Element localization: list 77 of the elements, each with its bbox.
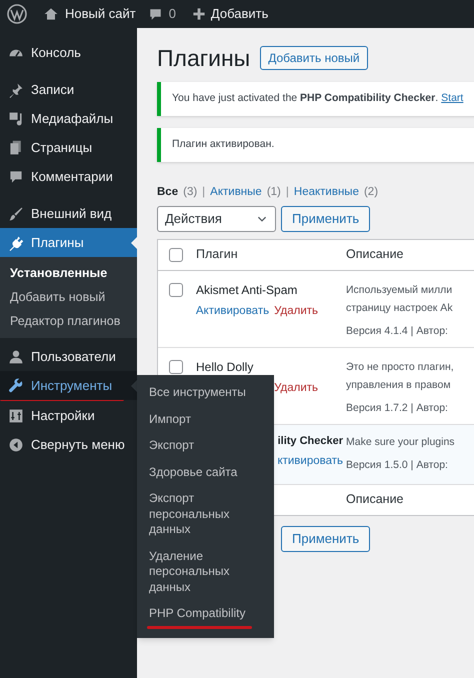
sidebar-item[interactable]: Страницы <box>0 133 137 162</box>
row-checkbox[interactable] <box>169 360 183 374</box>
add-new-button[interactable]: Добавить новый <box>260 46 368 70</box>
sidebar-item[interactable]: Пользователи <box>0 342 137 371</box>
wrench-icon <box>8 378 24 394</box>
sidebar-item[interactable]: Инструменты <box>0 371 137 400</box>
plugin-name: Akismet Anti-Spam <box>196 282 298 299</box>
apply-button[interactable]: Применить <box>281 206 370 232</box>
speech-bubble-icon <box>8 168 24 184</box>
select-value: Действия <box>165 210 222 228</box>
submenu-item[interactable]: Установленные <box>0 263 137 284</box>
delete-link[interactable]: Удалить <box>274 302 318 320</box>
column-header: Описание <box>346 246 404 264</box>
flyout-menu-item[interactable]: Здоровье сайта <box>137 460 274 484</box>
media-icon <box>8 110 24 126</box>
row-checkbox[interactable] <box>169 282 183 297</box>
sidebar-item[interactable]: Свернуть меню <box>0 430 137 459</box>
version-author-text: Версия 1.7.2 | Автор: <box>346 400 448 416</box>
filter-count: (2) <box>364 184 378 200</box>
plugin-name: ility Checker <box>278 434 343 449</box>
apply-button[interactable]: Применить <box>281 526 370 552</box>
select-all-checkbox[interactable] <box>169 248 183 262</box>
filter-link[interactable]: Активные <box>210 184 262 201</box>
sidebar-item[interactable]: Консоль <box>0 38 137 67</box>
activate-link[interactable]: Активировать <box>196 302 270 320</box>
description-line: Это не просто плагин, <box>346 360 454 375</box>
sidebar-item[interactable]: Настройки <box>0 401 137 430</box>
filter-count: (1) <box>266 184 281 200</box>
flyout-menu-item[interactable]: Экспорт персональных данных <box>137 487 274 542</box>
pages-icon <box>8 140 24 156</box>
description-line: управления в правом <box>346 378 452 393</box>
bulk-actions-select[interactable]: Действия <box>157 206 276 232</box>
separator: | <box>202 184 206 200</box>
menu-pointer-icon <box>131 237 137 249</box>
flyout-menu-item[interactable]: Импорт <box>137 408 274 431</box>
description-line: Make sure your plugins <box>346 434 455 450</box>
plugin-name: Hello Dolly <box>196 358 254 376</box>
plus-icon <box>192 7 206 21</box>
notice-link[interactable]: Start <box>441 90 464 106</box>
description-line: страницу настроек Ak <box>346 300 453 316</box>
sliders-icon <box>8 408 24 424</box>
version-author-text: Версия 1.5.0 | Автор: <box>346 458 448 473</box>
filter-count: (3) <box>183 184 198 200</box>
version-author-text: Версия 4.1.4 | Автор: <box>346 324 448 339</box>
sidebar-item[interactable]: Комментарии <box>0 162 137 191</box>
site-name-link[interactable]: Новый сайт <box>65 4 136 24</box>
notice-text: Плагин активирован. <box>172 136 274 152</box>
column-header: Описание <box>346 491 404 508</box>
sidebar-item[interactable]: Медиафайлы <box>0 104 137 133</box>
filter-link[interactable]: Все <box>157 184 178 201</box>
activate-link[interactable]: ктивировать <box>277 453 343 470</box>
paintbrush-icon <box>8 206 24 222</box>
pushpin-icon <box>8 82 24 98</box>
flyout-menu-item[interactable]: Экспорт <box>137 434 274 458</box>
filter-link[interactable]: Неактивные <box>294 184 359 201</box>
sidebar-item[interactable]: Записи <box>0 75 137 104</box>
sidebar-item[interactable]: Внешний вид <box>0 199 137 228</box>
user-icon <box>8 348 24 364</box>
column-header[interactable]: Плагин <box>196 245 346 264</box>
page-title: Плагины <box>157 44 250 73</box>
flyout-menu-item[interactable]: PHP Compatibility <box>137 602 274 626</box>
submenu-item[interactable]: Редактор плагинов <box>0 311 137 332</box>
new-content-link[interactable]: Добавить <box>210 4 268 24</box>
collapse-icon <box>8 436 24 452</box>
flyout-menu-item[interactable]: Удаление персональных данных <box>137 544 274 599</box>
speech-bubble-icon <box>148 6 163 22</box>
comment-count[interactable]: 0 <box>168 4 176 24</box>
delete-link[interactable]: Удалить <box>274 380 318 397</box>
submenu-item[interactable]: Добавить новый <box>0 287 137 308</box>
home-icon <box>43 6 59 22</box>
flyout-menu-item[interactable]: Все инструменты <box>137 381 274 404</box>
description-line: Используемый милли <box>346 282 453 298</box>
separator: | <box>286 184 289 200</box>
plug-icon <box>8 234 24 250</box>
notice-text: You have just activated the PHP Compatibility Checker. <box>172 90 438 106</box>
sidebar-item[interactable]: Плагины <box>0 228 137 257</box>
wordpress-logo-icon <box>7 4 27 24</box>
